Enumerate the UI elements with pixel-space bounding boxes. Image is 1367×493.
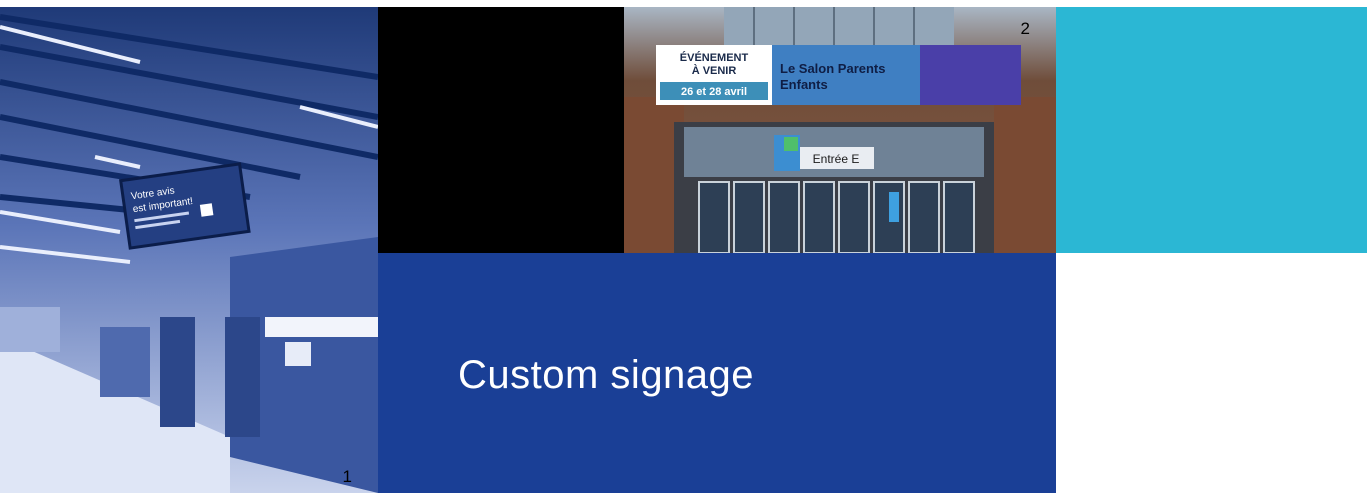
entrance-illustration: ÉVÉNEMENT À VENIR 26 et 28 avril Le Salo… [624,7,1056,253]
banner-title-1: Le Salon Parents [780,61,885,76]
panel-title: Custom signage [458,353,755,397]
banner-left-2: À VENIR [692,64,737,77]
black-tile [378,7,624,253]
photo-number-1: 1 [342,467,352,486]
entrance-photo: ÉVÉNEMENT À VENIR 26 et 28 avril Le Salo… [624,7,1056,253]
banner-title-2: Enfants [780,77,828,92]
banner-left-1: ÉVÉNEMENT [680,51,749,64]
hallway-photo: Votre avis est important! 1 [0,7,378,493]
entrance-sign: Entrée E [813,152,860,166]
cyan-tile [1056,7,1367,253]
hallway-illustration: Votre avis est important! [0,14,378,493]
title-panel: Custom signage [378,253,1056,493]
banner-dates: 26 et 28 avril [681,86,747,98]
photo-number-2: 2 [1020,19,1030,38]
